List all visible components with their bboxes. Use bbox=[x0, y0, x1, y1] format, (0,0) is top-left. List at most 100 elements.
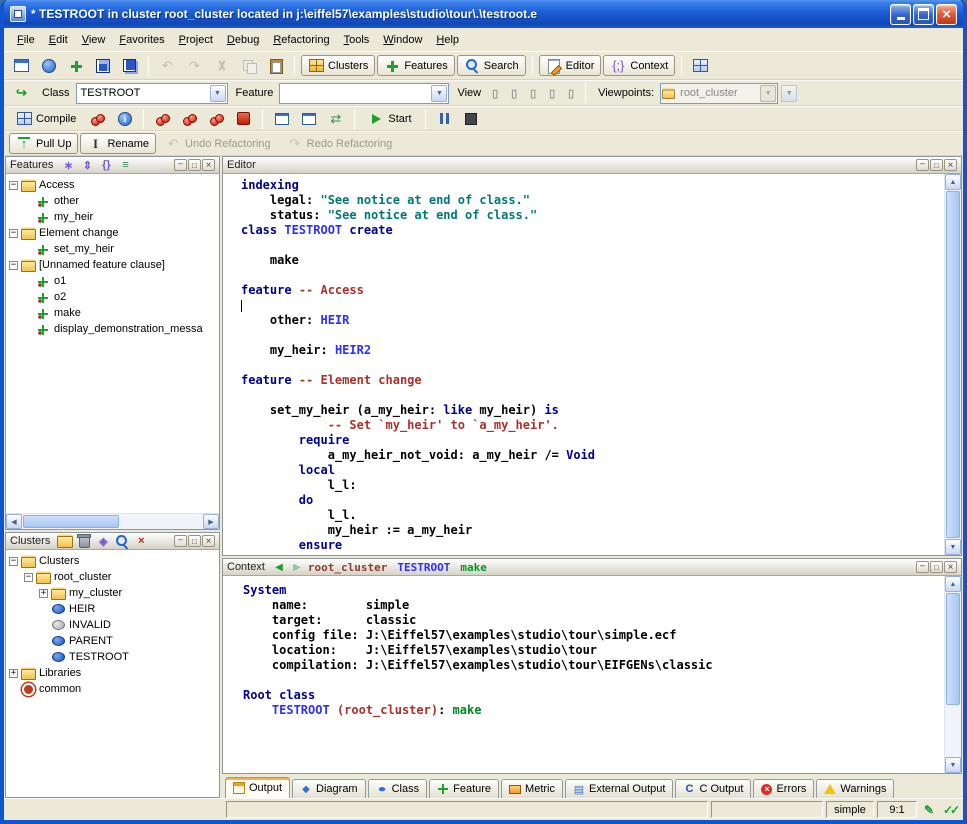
scroll-up-button[interactable] bbox=[945, 576, 961, 592]
sort-features-icon[interactable]: ⇕ bbox=[79, 158, 95, 172]
favorites-icon[interactable]: ∗ bbox=[60, 158, 76, 172]
tree-item-my-heir[interactable]: my_heir bbox=[6, 209, 219, 225]
panel-close-button[interactable] bbox=[944, 561, 957, 573]
diagram-view-icon[interactable]: ◈ bbox=[95, 534, 111, 548]
stop-button[interactable] bbox=[459, 107, 484, 130]
tree-item-invalid[interactable]: INVALID bbox=[6, 617, 219, 633]
tree-expander-minus-icon[interactable]: − bbox=[9, 229, 18, 238]
class-combo-arrow-icon[interactable] bbox=[210, 85, 226, 102]
class-combo[interactable]: TESTROOT bbox=[76, 83, 228, 104]
context-text-area[interactable]: System name: simple target: classic conf… bbox=[223, 576, 944, 773]
scroll-down-button[interactable] bbox=[945, 539, 961, 555]
start-button[interactable]: Start bbox=[361, 107, 418, 130]
tree-item-unnamed-feature-clause[interactable]: −[Unnamed feature clause] bbox=[6, 257, 219, 273]
delete-cluster-icon[interactable]: × bbox=[133, 534, 149, 548]
menu-project[interactable]: Project bbox=[172, 30, 220, 50]
pause-button[interactable] bbox=[432, 107, 457, 130]
copy-button[interactable] bbox=[236, 54, 261, 77]
close-button[interactable] bbox=[936, 4, 957, 25]
scrollbar-thumb[interactable] bbox=[946, 191, 960, 538]
paste-button[interactable] bbox=[263, 54, 288, 77]
tree-item-common[interactable]: common bbox=[6, 681, 219, 697]
menu-tools[interactable]: Tools bbox=[337, 30, 377, 50]
scroll-down-button[interactable] bbox=[945, 757, 961, 773]
feature-combo[interactable] bbox=[279, 83, 449, 104]
editor-code-area[interactable]: indexing legal: "See notice at end of cl… bbox=[223, 174, 944, 555]
undo-button[interactable]: ↶ bbox=[155, 54, 180, 77]
menu-help[interactable]: Help bbox=[429, 30, 466, 50]
clickable-view-icon[interactable]: ▯ bbox=[506, 86, 522, 100]
tree-item-other[interactable]: other bbox=[6, 193, 219, 209]
compile-info-button[interactable] bbox=[112, 107, 137, 130]
panel-minimize-button[interactable] bbox=[174, 159, 187, 171]
viewpoints-combo[interactable]: root_cluster bbox=[660, 83, 778, 104]
context-button[interactable]: {;}Context bbox=[603, 55, 675, 76]
minimize-tools-button[interactable] bbox=[296, 107, 321, 130]
tree-item-display-demonstration-messa[interactable]: display_demonstration_messa bbox=[6, 321, 219, 337]
crumb-make[interactable]: make bbox=[460, 561, 487, 574]
editor-button[interactable]: Editor bbox=[539, 55, 602, 76]
menu-edit[interactable]: Edit bbox=[42, 30, 75, 50]
editor-vertical-scrollbar[interactable] bbox=[944, 174, 961, 555]
search-clusters-icon[interactable] bbox=[114, 534, 130, 548]
tab-errors[interactable]: Errors bbox=[753, 779, 814, 798]
menu-view[interactable]: View bbox=[75, 30, 113, 50]
diagram-tool-button[interactable] bbox=[688, 54, 713, 77]
c-compile-button[interactable] bbox=[231, 107, 256, 130]
precompile-button[interactable] bbox=[204, 107, 229, 130]
tree-expander-minus-icon[interactable]: − bbox=[9, 181, 18, 190]
menu-refactoring[interactable]: Refactoring bbox=[266, 30, 336, 50]
save-button[interactable] bbox=[90, 54, 115, 77]
open-project-button[interactable] bbox=[36, 54, 61, 77]
contract-view-icon[interactable]: ▯ bbox=[563, 86, 579, 100]
menu-file[interactable]: File bbox=[10, 30, 42, 50]
panel-close-button[interactable] bbox=[202, 159, 215, 171]
new-tab-button[interactable] bbox=[63, 54, 88, 77]
panel-close-button[interactable] bbox=[202, 535, 215, 547]
clusters-tree[interactable]: −Clusters−root_cluster+my_clusterHEIRINV… bbox=[6, 550, 219, 797]
features-button[interactable]: Features bbox=[377, 55, 454, 76]
panel-maximize-button[interactable] bbox=[930, 159, 943, 171]
tab-warnings[interactable]: Warnings bbox=[816, 779, 894, 798]
tab-external-output[interactable]: External Output bbox=[565, 779, 673, 798]
scroll-left-button[interactable] bbox=[6, 514, 22, 529]
melt-button[interactable] bbox=[85, 107, 110, 130]
tab-diagram[interactable]: Diagram bbox=[292, 779, 366, 798]
tab-feature[interactable]: Feature bbox=[429, 779, 499, 798]
tree-expander-minus-icon[interactable]: − bbox=[24, 573, 33, 582]
tree-item-o2[interactable]: o2 bbox=[6, 289, 219, 305]
panel-minimize-button[interactable] bbox=[174, 535, 187, 547]
freeze-button[interactable] bbox=[150, 107, 175, 130]
tree-item-parent[interactable]: PARENT bbox=[6, 633, 219, 649]
scroll-up-button[interactable] bbox=[945, 174, 961, 190]
menu-debug[interactable]: Debug bbox=[220, 30, 266, 50]
panel-maximize-button[interactable] bbox=[930, 561, 943, 573]
tab-c-output[interactable]: C Output bbox=[675, 779, 751, 798]
redo-button[interactable]: ↷ bbox=[182, 54, 207, 77]
minimize-button[interactable] bbox=[890, 4, 911, 25]
tree-item-make[interactable]: make bbox=[6, 305, 219, 321]
comments-icon[interactable]: ≡ bbox=[117, 158, 133, 172]
tab-class[interactable]: Class bbox=[368, 779, 428, 798]
viewpoints-combo-arrow-icon[interactable] bbox=[760, 85, 776, 102]
search-button[interactable]: Search bbox=[457, 55, 526, 76]
context-vertical-scrollbar[interactable] bbox=[944, 576, 961, 773]
restore-button[interactable] bbox=[913, 4, 934, 25]
tree-expander-plus-icon[interactable]: + bbox=[9, 669, 18, 678]
basic-text-view-icon[interactable]: ▯ bbox=[487, 86, 503, 100]
tab-output[interactable]: Output bbox=[225, 777, 290, 798]
tree-expander-minus-icon[interactable]: − bbox=[9, 261, 18, 270]
panel-minimize-button[interactable] bbox=[916, 159, 929, 171]
history-back-icon[interactable] bbox=[272, 561, 286, 574]
tab-metric[interactable]: Metric bbox=[501, 779, 563, 798]
clusters-button[interactable]: Clusters bbox=[301, 55, 375, 76]
panel-close-button[interactable] bbox=[944, 159, 957, 171]
menu-favorites[interactable]: Favorites bbox=[112, 30, 171, 50]
tree-item-testroot[interactable]: TESTROOT bbox=[6, 649, 219, 665]
feature-combo-arrow-icon[interactable] bbox=[431, 85, 447, 102]
redo-refactoring-button[interactable]: ↷Redo Refactoring bbox=[280, 132, 400, 155]
tree-item-root-cluster[interactable]: −root_cluster bbox=[6, 569, 219, 585]
crumb-testroot[interactable]: TESTROOT bbox=[397, 561, 450, 574]
rename-button[interactable]: IRename bbox=[80, 133, 156, 154]
history-forward-icon[interactable] bbox=[290, 561, 304, 574]
